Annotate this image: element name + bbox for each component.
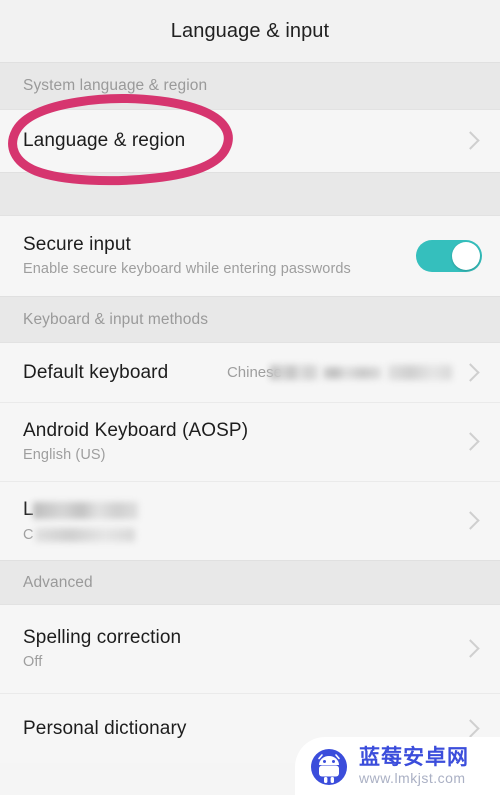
redacted-block — [323, 366, 381, 379]
redacted-block — [32, 501, 138, 519]
sidebar-item-secure-input[interactable]: Secure input Enable secure keyboard whil… — [0, 216, 500, 296]
row-texts: Secure input Enable secure keyboard whil… — [23, 234, 416, 278]
watermark-url: www.lmkjst.com — [359, 770, 466, 786]
chevron-right-icon — [462, 127, 482, 155]
android-robot-icon-svg — [311, 749, 347, 785]
section-header-label: Advanced — [23, 573, 93, 591]
chevron-right-icon — [462, 507, 482, 535]
section-header-label: System language & region — [23, 77, 208, 94]
row-title: L — [23, 499, 462, 521]
default-keyboard-value: Chinese — [227, 364, 452, 381]
section-header-keyboard-input-methods: Keyboard & input methods — [0, 296, 500, 343]
watermark-brand: 蓝莓安卓网 — [359, 745, 469, 769]
section-header-advanced: Advanced — [0, 560, 500, 605]
row-subtitle-visible-prefix: C — [23, 527, 34, 543]
redacted-block — [35, 528, 136, 542]
sidebar-item-android-keyboard-aosp[interactable]: Android Keyboard (AOSP) English (US) — [0, 402, 500, 481]
list-group-secure-input: Secure input Enable secure keyboard whil… — [0, 216, 500, 296]
section-header-label: Keyboard & input methods — [23, 310, 209, 328]
row-texts: Spelling correction Off — [23, 627, 462, 671]
sidebar-item-spelling-correction[interactable]: Spelling correction Off — [0, 605, 500, 693]
chevron-right-icon — [462, 428, 482, 456]
section-gap-1 — [0, 172, 500, 216]
row-texts: L C — [23, 499, 462, 543]
row-subtitle: C — [23, 527, 462, 543]
chevron-right-icon — [462, 635, 482, 663]
row-subtitle: Enable secure keyboard while entering pa… — [23, 261, 351, 278]
section-header-system-language: System language & region — [0, 62, 500, 110]
sidebar-item-language-region[interactable]: Language & region — [0, 110, 500, 172]
row-subtitle: English (US) — [23, 447, 106, 464]
chevron-right-icon — [462, 359, 482, 387]
android-robot-icon — [307, 744, 351, 788]
row-subtitle: Off — [23, 654, 43, 671]
sidebar-item-redacted-keyboard[interactable]: L C — [0, 481, 500, 560]
redacted-block — [388, 365, 452, 380]
row-title-visible-prefix: L — [23, 499, 34, 520]
secure-input-toggle[interactable] — [416, 240, 482, 272]
row-title: Language & region — [23, 130, 186, 152]
sidebar-item-default-keyboard[interactable]: Default keyboard Chinese — [0, 343, 500, 402]
row-title: Android Keyboard (AOSP) — [23, 420, 249, 442]
row-texts: Language & region — [23, 130, 462, 152]
redacted-block — [270, 365, 318, 380]
list-group-keyboard: Default keyboard Chinese Android Keyboar… — [0, 343, 500, 560]
title-bar: Language & input — [0, 0, 500, 62]
row-title: Spelling correction — [23, 627, 182, 649]
row-title: Default keyboard — [23, 361, 169, 383]
watermark: 蓝莓安卓网 www.lmkjst.com — [295, 737, 500, 795]
list-group-system-language: Language & region — [0, 110, 500, 172]
settings-screen: Language & input System language & regio… — [0, 0, 500, 795]
page-title: Language & input — [170, 19, 330, 42]
row-texts: Android Keyboard (AOSP) English (US) — [23, 420, 462, 464]
watermark-text: 蓝莓安卓网 www.lmkjst.com — [359, 745, 469, 786]
row-title: Secure input — [23, 234, 131, 256]
row-texts: Default keyboard — [23, 362, 227, 384]
toggle-knob — [452, 242, 480, 270]
